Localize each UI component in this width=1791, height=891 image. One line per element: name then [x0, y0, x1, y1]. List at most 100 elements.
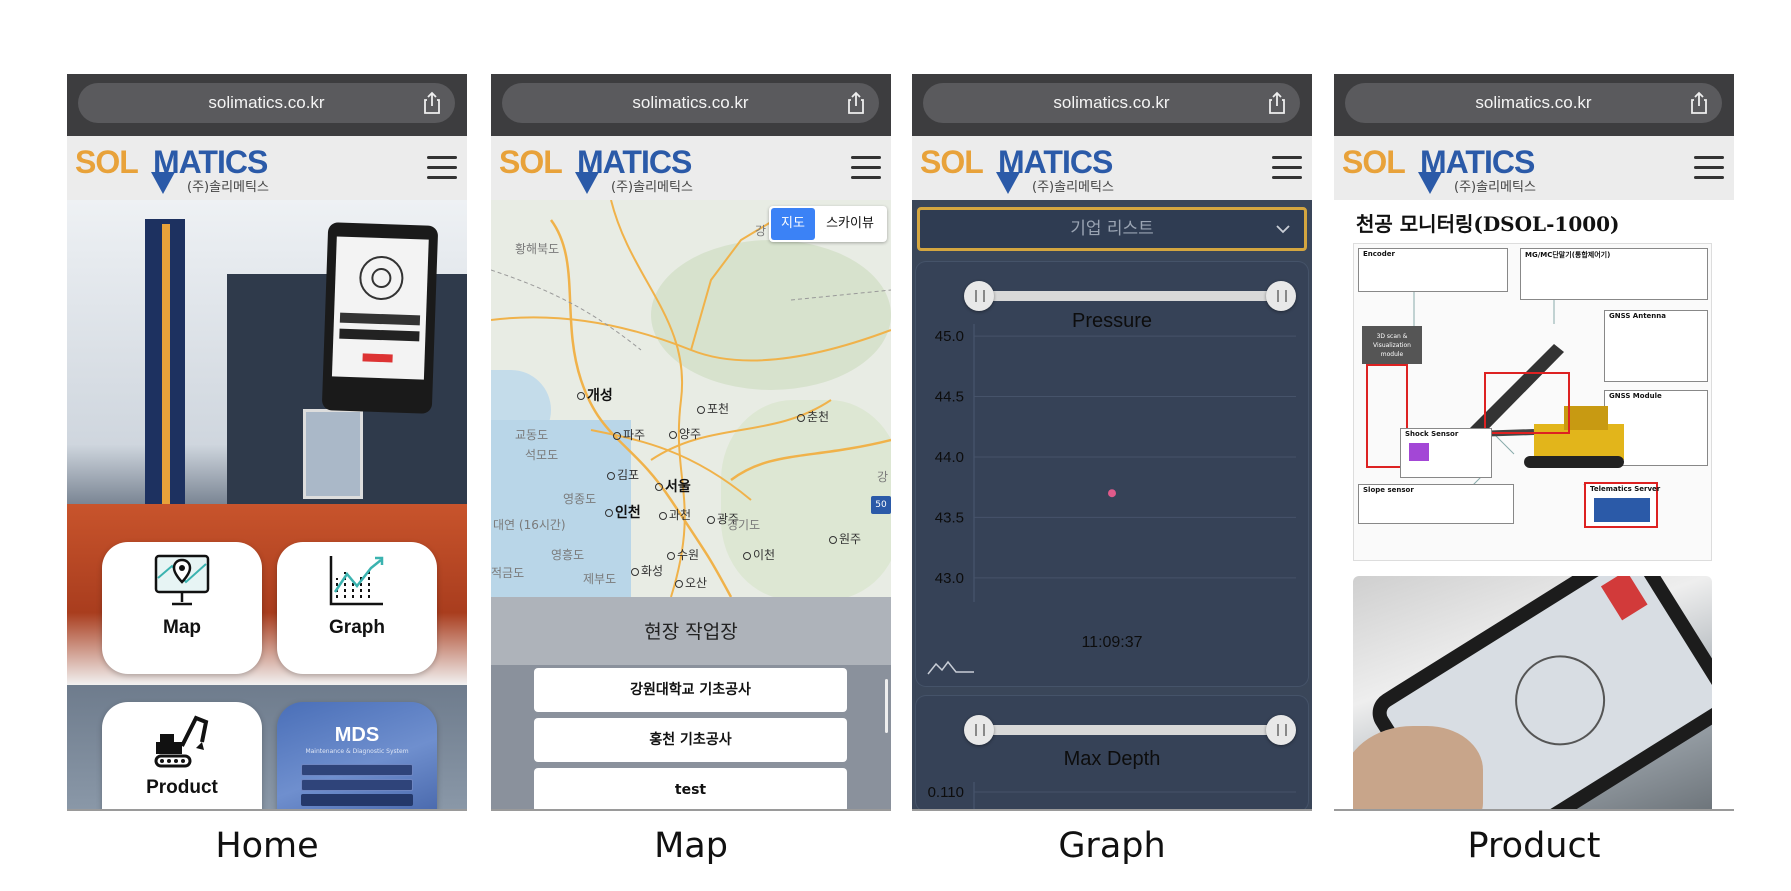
phone-graph: solimatics.co.kr SOL MATICS (주)솔리메틱스 기업 … [912, 74, 1312, 811]
slope-sensor-box: Slope sensor [1358, 484, 1514, 524]
site-list-item[interactable]: test [534, 768, 847, 809]
logo-subtitle: (주)솔리메틱스 [1454, 180, 1536, 195]
browser-bar: solimatics.co.kr [912, 74, 1312, 136]
tablet-device-image [321, 222, 439, 414]
logo-sol: SOL [499, 144, 563, 180]
map-view[interactable]: 지도 스카이뷰 황해북도 강 강 개성 포천 춘천 파주 양주 교동도 석모도 … [491, 200, 891, 597]
tablet-alert [1600, 576, 1648, 621]
mg-mc-box: MG/MC단말기(통합제어기) [1520, 248, 1708, 300]
logo-triangle [1418, 172, 1442, 194]
product-photo [1353, 576, 1712, 809]
url-text: solimatics.co.kr [1053, 93, 1170, 112]
share-icon[interactable] [1688, 91, 1710, 115]
x-tick-label: 11:09:37 [1081, 634, 1143, 651]
hamburger-menu-icon[interactable] [851, 156, 881, 180]
map-label: 경기도 [727, 518, 761, 532]
map-pin-monitor-icon [154, 554, 210, 606]
map-type-skyview-button[interactable]: 스카이뷰 [815, 208, 885, 240]
encoder-box: Encoder [1358, 248, 1508, 292]
address-bar[interactable]: solimatics.co.kr [502, 83, 879, 123]
tablet-readout [339, 312, 421, 326]
map-label-text: 오산 [685, 576, 708, 590]
logo-triangle [575, 172, 599, 194]
map-label: 교동도 [515, 428, 549, 442]
map-type-map-button[interactable]: 지도 [771, 208, 815, 240]
max-depth-chart: 0.110 [928, 782, 1296, 809]
logo-triangle [996, 172, 1020, 194]
share-icon[interactable] [1266, 91, 1288, 115]
map-label: 대연 (16시간) [493, 518, 566, 532]
map-label: 수원 [667, 546, 699, 563]
tile-mds[interactable]: MDS Maintenance & Diagnostic System [277, 702, 437, 809]
address-bar[interactable]: solimatics.co.kr [923, 83, 1300, 123]
chart-watermark-icon [927, 660, 974, 675]
caption-product: Product [1467, 826, 1601, 866]
site-list-panel: 현장 작업장 강원대학교 기초공사 홍천 기초공사 test [491, 597, 891, 809]
telematics-label: Telematics Server [1590, 485, 1661, 493]
phone-map: solimatics.co.kr SOL MATICS (주)솔리메틱스 지도 … [491, 74, 891, 811]
pressure-chart-card: 45.0 44.5 44.0 43.5 43.0 Pressure 11:09:37 [916, 262, 1308, 686]
logo-sol: SOL [920, 144, 984, 180]
hamburger-menu-icon[interactable] [1272, 156, 1302, 180]
chevron-down-icon [1276, 225, 1290, 234]
site-header: SOL MATICS (주)솔리메틱스 [1334, 136, 1734, 200]
mds-id-field [301, 764, 413, 776]
building-window [303, 409, 363, 499]
tile-product[interactable]: Product [102, 702, 262, 809]
map-label-text: 수원 [677, 548, 700, 562]
y-tick-label: 43.0 [935, 570, 964, 587]
solimatics-logo[interactable]: SOL MATICS (주)솔리메틱스 [920, 142, 1125, 195]
logo-triangle [151, 172, 175, 194]
drill-rig-mast [162, 224, 170, 534]
map-label: 영흥도 [551, 548, 585, 562]
site-list-item[interactable]: 홍천 기초공사 [534, 718, 847, 762]
scan-module-label: 3D scan & Visualization module [1362, 326, 1422, 364]
map-label: 오산 [675, 574, 707, 591]
url-text: solimatics.co.kr [208, 93, 325, 112]
map-label-text: 인천 [615, 505, 641, 521]
solimatics-logo[interactable]: SOL MATICS (주)솔리메틱스 [499, 142, 704, 195]
map-label-text: 춘천 [807, 410, 830, 424]
map-type-toggle: 지도 스카이뷰 [769, 206, 887, 242]
site-list-item[interactable]: 강원대학교 기초공사 [534, 668, 847, 712]
address-bar[interactable]: solimatics.co.kr [1345, 83, 1722, 123]
map-label-text: 화성 [641, 564, 664, 578]
line-chart-icon [329, 556, 384, 606]
share-icon[interactable] [421, 91, 443, 115]
share-icon[interactable] [845, 91, 867, 115]
highlight-box [1484, 372, 1570, 434]
map-label-text: 원주 [839, 532, 862, 546]
url-text: solimatics.co.kr [632, 93, 749, 112]
map-label: 포천 [697, 400, 729, 417]
map-label: 석모도 [525, 448, 559, 462]
map-label-text: 개성 [587, 388, 613, 404]
chart-title: Pressure [1071, 310, 1153, 332]
map-label: 양주 [669, 425, 701, 442]
tile-graph[interactable]: Graph [277, 542, 437, 674]
tablet-alert [362, 353, 393, 363]
site-header: SOL MATICS (주)솔리메틱스 [491, 136, 891, 200]
graph-page: 기업 리스트 45.0 44.5 44.0 43.5 43.0 Pressure 11:… [912, 200, 1312, 809]
solimatics-logo[interactable]: SOL MATICS (주)솔리메틱스 [75, 142, 280, 195]
tablet-readout [339, 328, 420, 342]
hamburger-menu-icon[interactable] [427, 156, 457, 180]
map-label: 이천 [743, 546, 775, 563]
map-label: 황해북도 [515, 242, 560, 256]
site-list-scrollbar[interactable] [885, 679, 888, 733]
company-list-dropdown[interactable]: 기업 리스트 [917, 207, 1307, 251]
tile-map[interactable]: Map [102, 542, 262, 674]
caption-map: Map [654, 826, 728, 866]
tile-product-label: Product [146, 777, 218, 798]
mg-mc-label: MG/MC단말기(통합제어기) [1525, 251, 1611, 259]
hamburger-menu-icon[interactable] [1694, 156, 1724, 180]
dropdown-placeholder: 기업 리스트 [1070, 219, 1154, 239]
y-tick-label: 44.0 [935, 449, 964, 466]
map-label: 과천 [659, 506, 691, 523]
logo-subtitle: (주)솔리메틱스 [187, 180, 269, 195]
gnss-antenna-label: GNSS Antenna [1609, 312, 1666, 320]
solimatics-logo[interactable]: SOL MATICS (주)솔리메틱스 [1342, 142, 1547, 195]
mds-subtitle: Maintenance & Diagnostic System [305, 748, 409, 755]
address-bar[interactable]: solimatics.co.kr [78, 83, 455, 123]
browser-bar: solimatics.co.kr [1334, 74, 1734, 136]
browser-bar: solimatics.co.kr [491, 74, 891, 136]
